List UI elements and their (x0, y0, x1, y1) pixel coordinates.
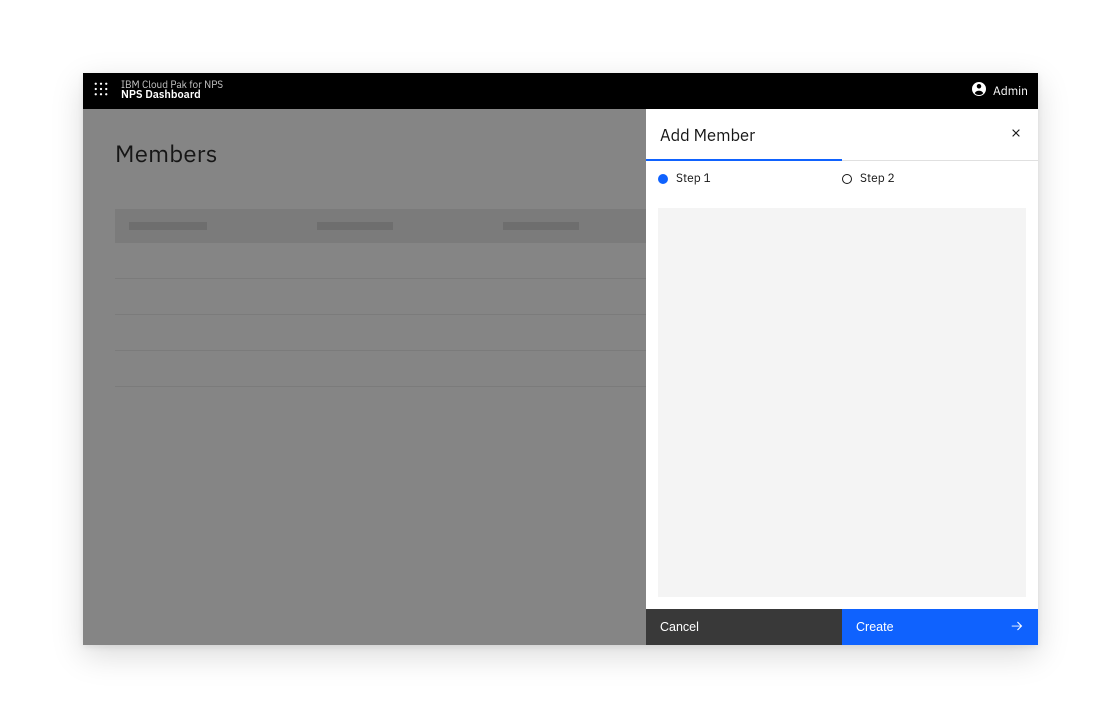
step-2[interactable]: Step 2 (842, 171, 1026, 186)
close-icon (1009, 125, 1023, 145)
panel-footer: Cancel Create (646, 609, 1038, 645)
step-tabs: Step 1 Step 2 (646, 161, 1038, 194)
step-indicator-icon (658, 174, 668, 184)
step-label: Step 2 (860, 171, 895, 186)
panel-title: Add Member (660, 124, 755, 146)
application-window: IBM Cloud Pak for NPS NPS Dashboard Admi… (83, 73, 1038, 645)
user-avatar-icon (971, 81, 987, 102)
cancel-button[interactable]: Cancel (646, 609, 842, 645)
user-menu[interactable]: Admin (971, 81, 1028, 102)
progress-indicator (646, 159, 842, 161)
global-header: IBM Cloud Pak for NPS NPS Dashboard Admi… (83, 73, 1038, 109)
add-member-panel: Add Member Step 1 Step 2 (646, 109, 1038, 645)
create-button-label: Create (856, 620, 894, 634)
panel-header: Add Member (646, 109, 1038, 161)
product-name-label: NPS Dashboard (121, 90, 223, 102)
step-label: Step 1 (676, 171, 711, 186)
step-indicator-icon (842, 174, 852, 184)
app-switcher-button[interactable] (91, 81, 111, 101)
cancel-button-label: Cancel (660, 620, 699, 634)
step-1[interactable]: Step 1 (658, 171, 842, 186)
close-button[interactable] (1002, 121, 1030, 149)
panel-body (646, 194, 1038, 609)
create-button[interactable]: Create (842, 609, 1038, 645)
user-name-label: Admin (993, 84, 1028, 99)
arrow-right-icon (1010, 619, 1024, 636)
form-placeholder (658, 208, 1026, 597)
grid-icon (94, 81, 108, 101)
product-identity: IBM Cloud Pak for NPS NPS Dashboard (121, 80, 223, 102)
